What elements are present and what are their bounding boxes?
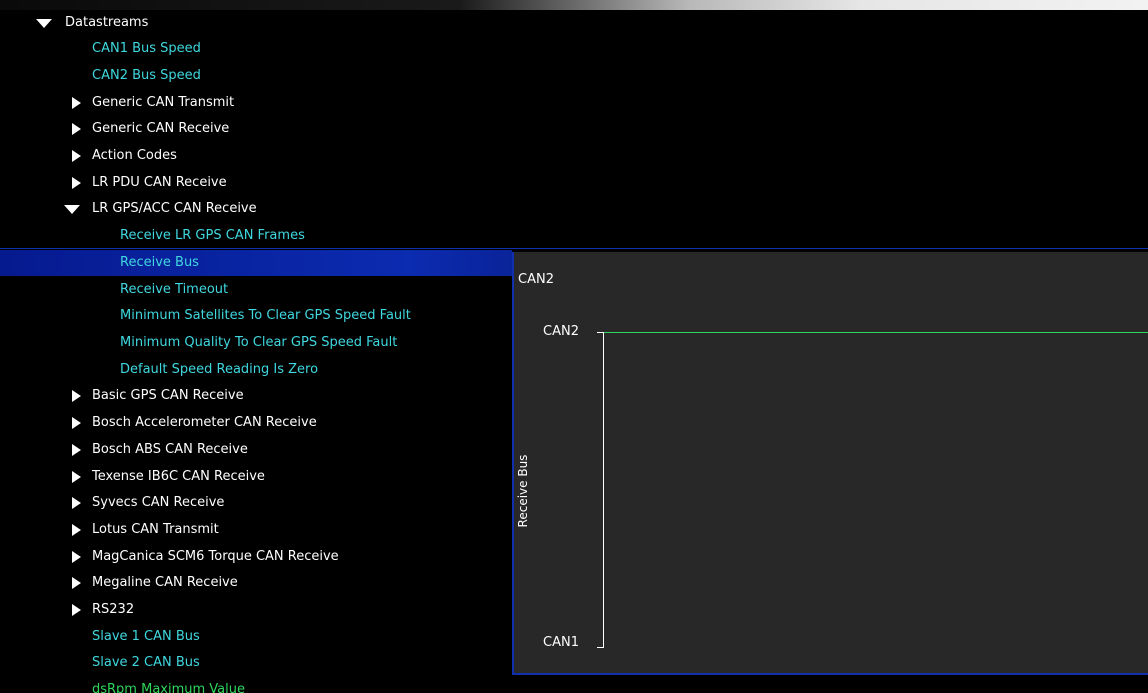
y-tick-mark-bottom	[597, 647, 604, 648]
tree-item-magcanica-can-receive[interactable]: MagCanica SCM6 Torque CAN Receive	[0, 544, 510, 570]
y-tick-bottom: CAN1	[543, 635, 579, 650]
tree-item-label: dsRpm Maximum Value	[92, 682, 245, 693]
tree-item-label: Datastreams	[65, 15, 149, 30]
collapsed-arrow-icon[interactable]	[72, 97, 81, 109]
tree-item-min-quality[interactable]: Minimum Quality To Clear GPS Speed Fault	[0, 330, 510, 356]
tree-item-texense-can-receive[interactable]: Texense IB6C CAN Receive	[0, 464, 510, 490]
tree-item-label: Minimum Satellites To Clear GPS Speed Fa…	[120, 308, 411, 323]
tree-item-action-codes[interactable]: Action Codes	[0, 143, 510, 169]
tree-item-can1-bus-speed[interactable]: CAN1 Bus Speed	[0, 36, 510, 62]
expanded-arrow-icon[interactable]	[64, 205, 80, 214]
tree-item-label: LR GPS/ACC CAN Receive	[92, 201, 257, 216]
tree-item-can2-bus-speed[interactable]: CAN2 Bus Speed	[0, 63, 510, 89]
collapsed-arrow-icon[interactable]	[72, 150, 81, 162]
collapsed-arrow-icon[interactable]	[72, 177, 81, 189]
y-tick-top: CAN2	[543, 324, 579, 339]
tree-item-label: Receive Timeout	[120, 282, 229, 297]
tree-item-label: Bosch ABS CAN Receive	[92, 442, 248, 457]
y-tick-mark-top	[597, 332, 604, 333]
tree-item-label: Megaline CAN Receive	[92, 575, 238, 590]
tree-item-min-satellites[interactable]: Minimum Satellites To Clear GPS Speed Fa…	[0, 303, 510, 329]
collapsed-arrow-icon[interactable]	[72, 123, 81, 135]
tree-item-label: Slave 1 CAN Bus	[92, 629, 200, 644]
tree-item-lr-gps-acc-can-receive[interactable]: LR GPS/ACC CAN Receive	[0, 196, 510, 222]
tree-item-slave1-can-bus[interactable]: Slave 1 CAN Bus	[0, 624, 510, 650]
tree-item-generic-can-transmit[interactable]: Generic CAN Transmit	[0, 90, 510, 116]
collapsed-arrow-icon[interactable]	[72, 577, 81, 589]
tree-item-receive-bus[interactable]: Receive Bus	[0, 250, 512, 276]
y-axis-line	[603, 332, 604, 648]
tree-item-label: RS232	[92, 602, 135, 617]
tree-item-megaline-can-receive[interactable]: Megaline CAN Receive	[0, 570, 510, 596]
tree-item-label: Lotus CAN Transmit	[92, 522, 219, 537]
tree-item-label: CAN2 Bus Speed	[92, 68, 201, 83]
tree-item-rs232[interactable]: RS232	[0, 597, 510, 623]
parameter-view-panel: CAN2 CAN2 CAN1 Receive Bus	[512, 252, 1148, 675]
y-axis-label: Receive Bus	[516, 454, 530, 528]
tree-item-bosch-abs-can-receive[interactable]: Bosch ABS CAN Receive	[0, 437, 510, 463]
collapsed-arrow-icon[interactable]	[72, 444, 81, 456]
tree-item-datastreams[interactable]: Datastreams	[0, 10, 510, 36]
title-bar-gradient	[0, 0, 1148, 10]
tree-item-label: Basic GPS CAN Receive	[92, 388, 244, 403]
tree-item-label: Bosch Accelerometer CAN Receive	[92, 415, 317, 430]
collapsed-arrow-icon[interactable]	[72, 604, 81, 616]
tree-item-label: Texense IB6C CAN Receive	[92, 469, 265, 484]
value-trace-line	[604, 332, 1148, 333]
tree-item-label: Syvecs CAN Receive	[92, 495, 225, 510]
tree-item-label: LR PDU CAN Receive	[92, 175, 227, 190]
tree-item-label: Generic CAN Receive	[92, 121, 230, 136]
tree-item-lotus-can-transmit[interactable]: Lotus CAN Transmit	[0, 517, 510, 543]
tree-item-receive-timeout[interactable]: Receive Timeout	[0, 277, 510, 303]
tree-item-label: CAN1 Bus Speed	[92, 41, 201, 56]
tree-item-receive-lr-gps-can-frames[interactable]: Receive LR GPS CAN Frames	[0, 223, 510, 249]
collapsed-arrow-icon[interactable]	[72, 390, 81, 402]
tree-item-label: Minimum Quality To Clear GPS Speed Fault	[120, 335, 398, 350]
collapsed-arrow-icon[interactable]	[72, 471, 81, 483]
tree-item-generic-can-receive[interactable]: Generic CAN Receive	[0, 116, 510, 142]
tree-item-dsrpm-max[interactable]: dsRpm Maximum Value	[0, 677, 510, 693]
tree-item-label: MagCanica SCM6 Torque CAN Receive	[92, 549, 339, 564]
tree-item-lr-pdu-can-receive[interactable]: LR PDU CAN Receive	[0, 170, 510, 196]
tree-item-slave2-can-bus[interactable]: Slave 2 CAN Bus	[0, 650, 510, 676]
tree-item-syvecs-can-receive[interactable]: Syvecs CAN Receive	[0, 490, 510, 516]
tree-item-label: Action Codes	[92, 148, 177, 163]
tree-item-label: Receive Bus	[120, 255, 199, 270]
collapsed-arrow-icon[interactable]	[72, 497, 81, 509]
expanded-arrow-icon[interactable]	[36, 19, 52, 28]
selection-divider	[0, 248, 1148, 249]
collapsed-arrow-icon[interactable]	[72, 417, 81, 429]
tree-item-default-speed-zero[interactable]: Default Speed Reading Is Zero	[0, 357, 510, 383]
tree-item-label: Slave 2 CAN Bus	[92, 655, 200, 670]
collapsed-arrow-icon[interactable]	[72, 551, 81, 563]
collapsed-arrow-icon[interactable]	[72, 524, 81, 536]
tree-item-label: Generic CAN Transmit	[92, 95, 235, 110]
tree-item-label: Receive LR GPS CAN Frames	[120, 228, 305, 243]
tree-item-basic-gps-can-receive[interactable]: Basic GPS CAN Receive	[0, 383, 510, 409]
tree-item-bosch-accel-can-receive[interactable]: Bosch Accelerometer CAN Receive	[0, 410, 510, 436]
current-value: CAN2	[518, 272, 554, 287]
tree-item-label: Default Speed Reading Is Zero	[120, 362, 319, 377]
